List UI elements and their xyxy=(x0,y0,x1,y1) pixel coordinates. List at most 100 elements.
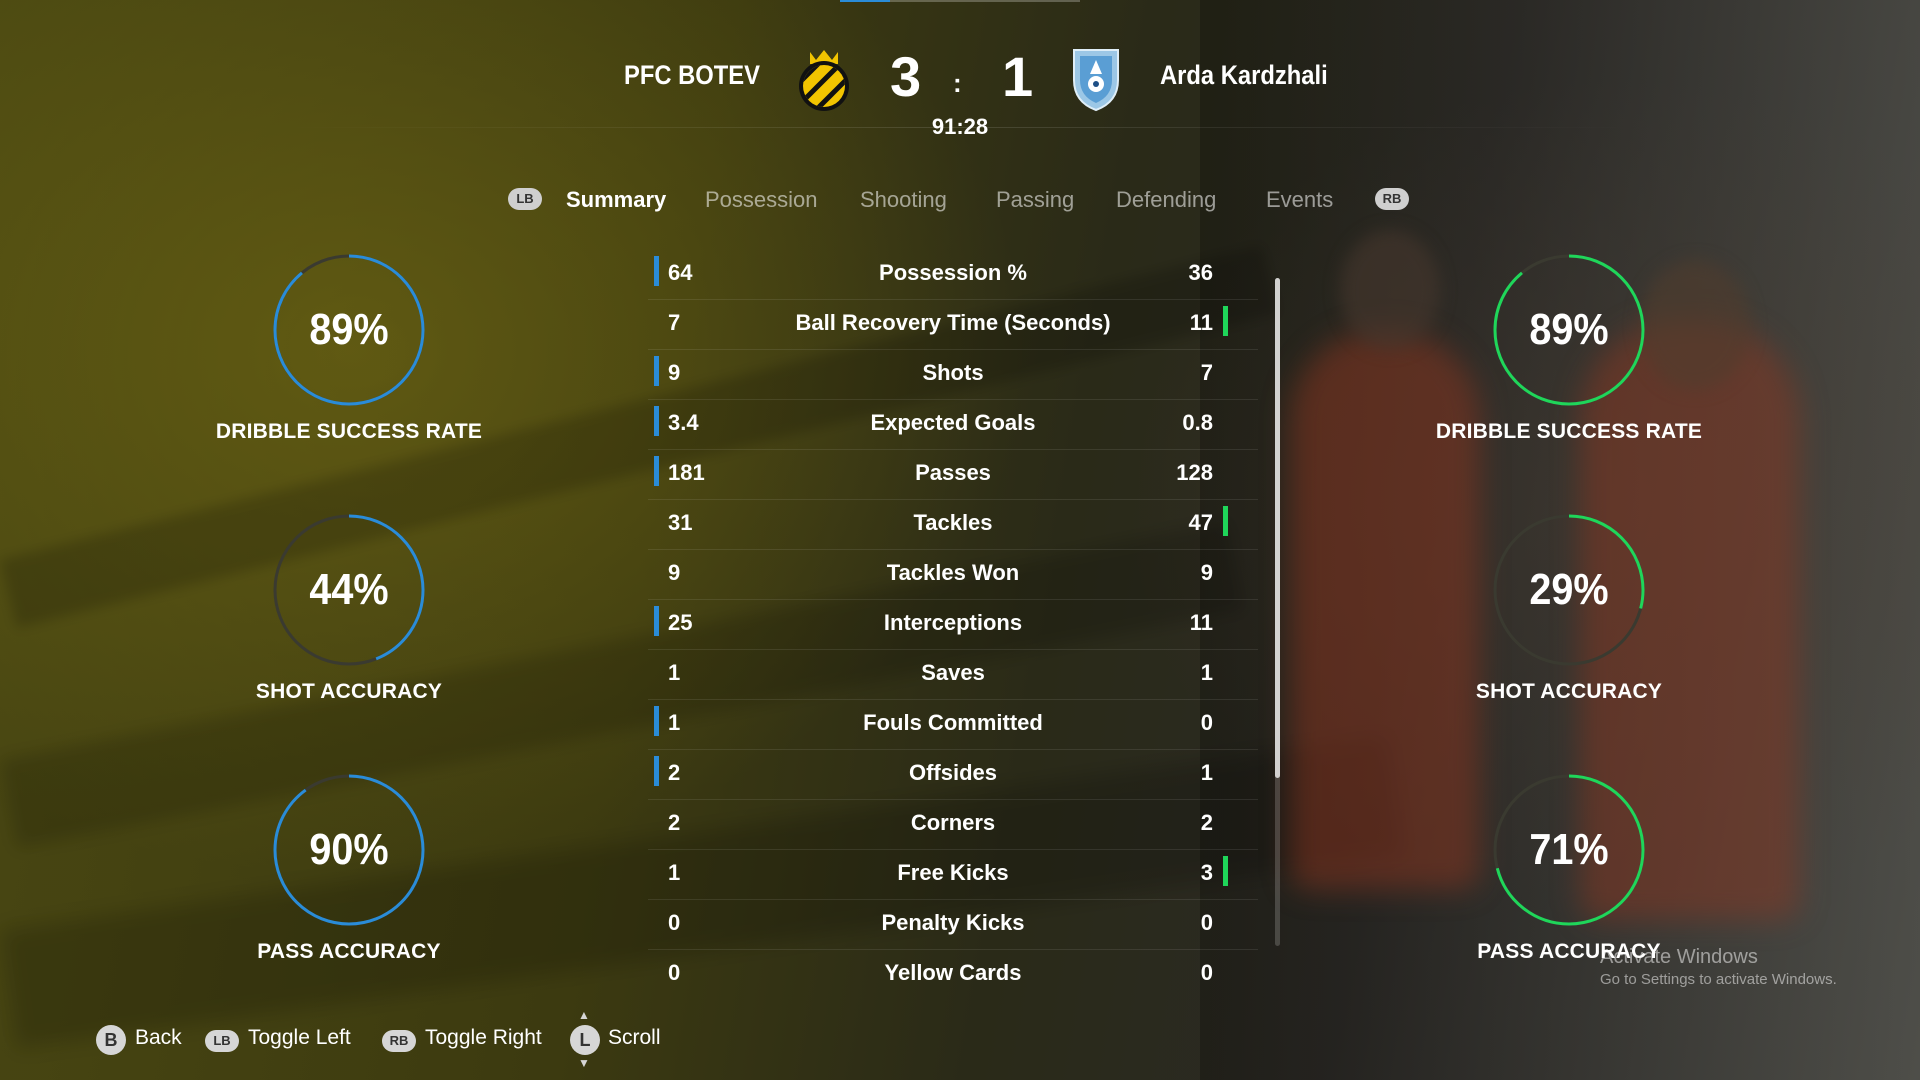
stat-row: 3.4 Expected Goals 0.8 xyxy=(648,400,1258,450)
away-stat-value: 3 xyxy=(1200,860,1213,885)
gauge-label: DRIBBLE SUCCESS RATE xyxy=(1435,420,1703,443)
stat-row: 1 Free Kicks 3 xyxy=(648,850,1258,900)
home-stat-value: 2 xyxy=(668,760,681,785)
tab-possession[interactable]: Possession xyxy=(705,187,818,213)
away-score: 1 xyxy=(1002,45,1034,108)
away-gauge-1: 89% xyxy=(1489,250,1649,410)
stat-label: Saves xyxy=(921,660,985,685)
stat-label: Interceptions xyxy=(883,610,1023,635)
away-stat-value: 128 xyxy=(1176,460,1213,485)
scrollbar[interactable] xyxy=(1275,278,1280,946)
stat-row: 181 Passes 128 xyxy=(648,450,1258,500)
lb-button-icon[interactable]: LB xyxy=(205,1030,239,1052)
stat-row: 1 Saves 1 xyxy=(648,650,1258,700)
gauge-label: SHOT ACCURACY xyxy=(255,680,443,703)
stat-row: 2 Offsides 1 xyxy=(648,750,1258,800)
gauge-value: 90% xyxy=(309,825,389,874)
tab-summary[interactable]: Summary xyxy=(566,187,666,213)
stat-row: 1 Fouls Committed 0 xyxy=(648,700,1258,750)
home-gauge-3: 90% xyxy=(269,770,429,930)
gauge-value: 71% xyxy=(1529,825,1609,874)
stat-row: 9 Tackles Won 9 xyxy=(648,550,1258,600)
scroll-up-arrow-icon: ▲ xyxy=(578,1008,590,1022)
away-stat-value: 7 xyxy=(1200,360,1213,385)
home-stat-value: 7 xyxy=(668,310,681,335)
stat-row: 0 Yellow Cards 0 xyxy=(648,950,1258,999)
gauge-value: 29% xyxy=(1529,565,1609,614)
stats-table: 64 Possession % 36 7 Ball Recovery Time (Sec… xyxy=(648,250,1258,999)
home-stat-value: 9 xyxy=(668,360,681,385)
stat-label: Offsides xyxy=(908,760,998,785)
stat-label: Expected Goals xyxy=(870,410,1036,435)
activate-windows-watermark: Activate Windows Go to Settings to activ… xyxy=(1600,946,1837,988)
stat-label: Corners xyxy=(910,810,996,835)
tab-shooting[interactable]: Shooting xyxy=(860,187,947,213)
watermark-title: Activate Windows xyxy=(1600,946,1758,968)
gauge-label: DRIBBLE SUCCESS RATE xyxy=(215,420,483,443)
away-stat-value: 47 xyxy=(1188,510,1213,535)
home-leader-bar xyxy=(654,356,659,386)
away-stat-value: 0 xyxy=(1200,710,1213,735)
tab-defending[interactable]: Defending xyxy=(1116,187,1216,213)
home-leader-bar xyxy=(654,256,659,286)
away-gauge-3: 71% xyxy=(1489,770,1649,930)
stat-row: 64 Possession % 36 xyxy=(648,250,1258,300)
stat-row: 7 Ball Recovery Time (Seconds) 11 xyxy=(648,300,1258,350)
left-stick-icon[interactable]: L xyxy=(570,1025,600,1055)
away-stat-value: 0.8 xyxy=(1182,410,1213,435)
scroll-hint[interactable]: Scroll xyxy=(608,1026,661,1050)
home-stat-value: 25 xyxy=(668,610,693,635)
away-team-name: Arda Kardzhali xyxy=(1160,60,1328,90)
stat-label: Possession % xyxy=(879,260,1027,285)
home-leader-bar xyxy=(654,756,659,786)
away-team-crest-icon xyxy=(1073,49,1119,112)
background-figure xyxy=(1290,330,1480,890)
gauge-label: PASS ACCURACY xyxy=(257,940,441,963)
home-leader-bar xyxy=(654,406,659,436)
back-hint[interactable]: Back xyxy=(135,1026,182,1050)
rb-button-icon[interactable]: RB xyxy=(382,1030,416,1052)
home-stat-value: 9 xyxy=(668,560,681,585)
gauge-value: 89% xyxy=(309,305,389,354)
away-stat-value: 11 xyxy=(1189,610,1213,635)
away-stat-value: 11 xyxy=(1189,310,1213,335)
home-leader-bar xyxy=(654,456,659,486)
stat-label: Passes xyxy=(915,460,991,485)
home-stat-value: 64 xyxy=(668,260,693,285)
gauge-value: 89% xyxy=(1529,305,1609,354)
home-leader-bar xyxy=(654,606,659,636)
home-stat-value: 31 xyxy=(668,510,693,535)
away-leader-bar xyxy=(1223,856,1228,886)
away-leader-bar xyxy=(1223,306,1228,336)
away-stat-value: 1 xyxy=(1200,760,1213,785)
toggle-right-hint[interactable]: Toggle Right xyxy=(425,1026,542,1050)
stats-tab-bar: LB Summary Possession Shooting Passing D… xyxy=(0,185,1920,225)
stat-row: 9 Shots 7 xyxy=(648,350,1258,400)
away-stat-value: 36 xyxy=(1188,260,1213,285)
away-stat-value: 2 xyxy=(1200,810,1213,835)
watermark-subtitle: Go to Settings to activate Windows. xyxy=(1600,971,1837,988)
home-stat-value: 1 xyxy=(668,860,681,885)
home-leader-bar xyxy=(654,706,659,736)
home-gauge-1: 89% xyxy=(269,250,429,410)
stat-row: 31 Tackles 47 xyxy=(648,500,1258,550)
home-stat-value: 1 xyxy=(668,710,681,735)
tab-passing[interactable]: Passing xyxy=(996,187,1074,213)
away-stat-value: 0 xyxy=(1200,910,1213,935)
stat-label: Yellow Cards xyxy=(884,960,1022,985)
toggle-left-hint[interactable]: Toggle Left xyxy=(248,1026,351,1050)
b-button-icon[interactable]: B xyxy=(96,1025,126,1055)
stat-label: Ball Recovery Time (Seconds) xyxy=(795,310,1111,335)
away-stat-value: 0 xyxy=(1200,960,1213,985)
tab-events[interactable]: Events xyxy=(1266,187,1333,213)
away-leader-bar xyxy=(1223,506,1228,536)
lb-button-icon[interactable]: LB xyxy=(508,188,542,210)
away-gauge-2: 29% xyxy=(1489,510,1649,670)
home-score: 3 xyxy=(890,45,922,108)
scrollbar-thumb[interactable] xyxy=(1275,278,1280,778)
stat-row: 2 Corners 2 xyxy=(648,800,1258,850)
background-figure-head xyxy=(1340,230,1440,350)
home-stat-value: 0 xyxy=(668,960,681,985)
stat-label: Shots xyxy=(922,360,984,385)
rb-button-icon[interactable]: RB xyxy=(1375,188,1409,210)
